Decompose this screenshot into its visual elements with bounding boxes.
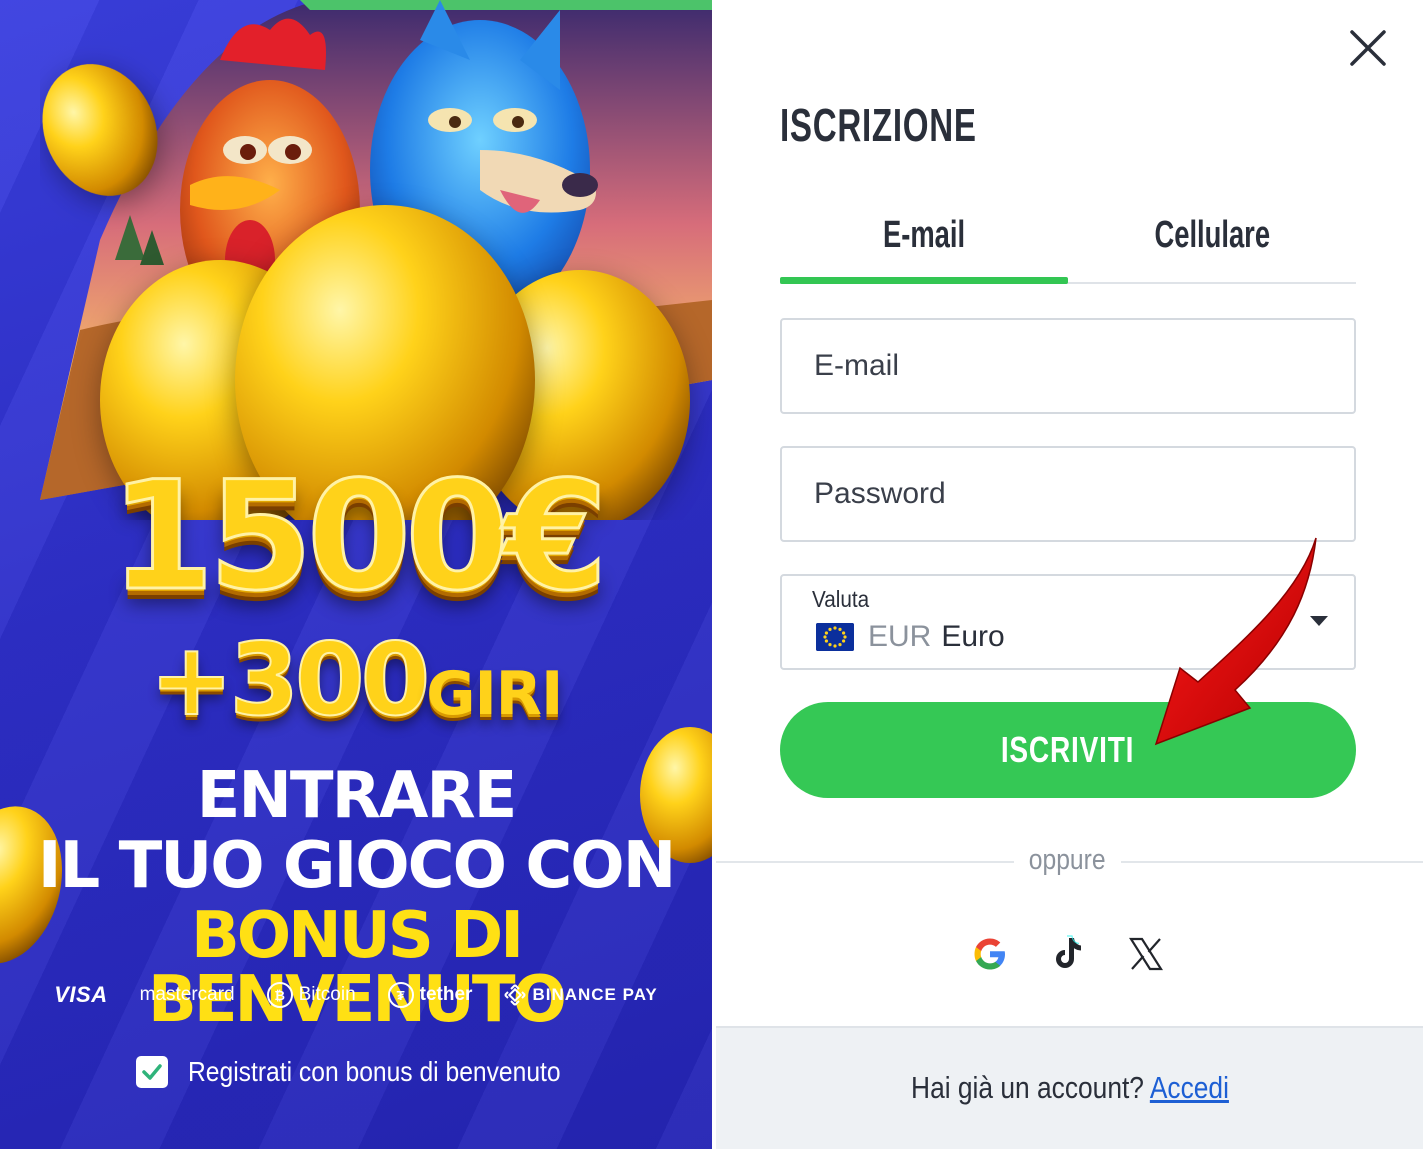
- tether-icon: ₮: [387, 982, 414, 1008]
- login-question: Hai già un account?: [910, 1070, 1144, 1105]
- mastercard-logo: mastercard: [139, 984, 235, 1005]
- currency-name: Euro: [941, 620, 1005, 653]
- bitcoin-logo: ₿ Bitcoin: [266, 982, 356, 1008]
- google-login-button[interactable]: [968, 932, 1012, 976]
- free-spins-label: GIRI: [426, 659, 563, 729]
- signup-modal: 1500€ +300GIRI ENTRARE IL TUO GIOCO CON …: [0, 0, 1423, 1149]
- or-divider-text: oppure: [1029, 844, 1106, 876]
- free-spins: +300GIRI: [0, 629, 712, 731]
- currency-label: Valuta: [812, 586, 870, 612]
- x-icon: [1129, 937, 1163, 971]
- or-divider: oppure: [716, 842, 1423, 882]
- currency-select[interactable]: Valuta EUR Euro: [780, 574, 1356, 670]
- tether-logo: ₮ tether: [387, 982, 472, 1008]
- login-footer: Hai già un account? Accedi: [716, 1026, 1423, 1149]
- checkmark-icon: [142, 1064, 162, 1080]
- eu-flag-icon: [816, 623, 854, 651]
- password-field[interactable]: [782, 448, 1354, 540]
- welcome-bonus-label: Registrati con bonus di benvenuto: [188, 1056, 561, 1087]
- welcome-bonus-option[interactable]: Registrati con bonus di benvenuto: [136, 1056, 611, 1088]
- chevron-down-icon: [1310, 616, 1328, 626]
- promo-illustration: [40, 0, 712, 520]
- divider-line-right: [1121, 861, 1423, 863]
- promo-headline-line1: ENTRARE: [196, 759, 518, 833]
- bitcoin-icon: ₿: [266, 982, 293, 1008]
- binance-pay-logo: BINANCE PAY: [504, 984, 657, 1006]
- tiktok-login-button[interactable]: [1046, 932, 1090, 976]
- x-login-button[interactable]: [1124, 932, 1168, 976]
- payment-methods: VISA mastercard ₿ Bitcoin ₮ tether BINANCE…: [0, 982, 712, 1008]
- divider-line-left: [716, 861, 1014, 863]
- signup-form-panel: ISCRIZIONE E-mail Cellulare Valuta: [716, 0, 1423, 1149]
- bonus-amount: 1500€: [109, 450, 610, 624]
- free-spins-count: +300: [149, 621, 432, 738]
- google-icon: [974, 938, 1005, 970]
- close-icon[interactable]: [1348, 28, 1388, 68]
- login-prompt: Hai già un account? Accedi: [716, 1070, 1423, 1106]
- visa-logo: VISA: [54, 982, 108, 1007]
- binance-icon: [504, 984, 527, 1006]
- signup-button[interactable]: ISCRIVITI: [780, 702, 1356, 798]
- login-link[interactable]: Accedi: [1149, 1070, 1228, 1105]
- promo-banner: 1500€ +300GIRI ENTRARE IL TUO GIOCO CON …: [0, 0, 712, 1149]
- currency-code: EUR: [868, 620, 932, 653]
- email-field[interactable]: [782, 320, 1354, 412]
- tiktok-icon: [1056, 935, 1081, 968]
- page-title: ISCRIZIONE: [780, 99, 977, 151]
- promo-headline-line3: BONUS DI BENVENUTO: [148, 899, 567, 1037]
- currency-value: EUR Euro: [816, 620, 1005, 654]
- tab-email[interactable]: E-mail: [780, 208, 1068, 284]
- welcome-bonus-checkbox[interactable]: [136, 1056, 168, 1088]
- promo-headline-line2: IL TUO GIOCO CON: [37, 829, 677, 903]
- email-field-wrapper: [780, 318, 1356, 414]
- signup-method-tabs: E-mail Cellulare: [780, 208, 1356, 284]
- social-login-buttons: [968, 932, 1168, 976]
- tab-phone[interactable]: Cellulare: [1068, 208, 1356, 282]
- password-field-wrapper: [780, 446, 1356, 542]
